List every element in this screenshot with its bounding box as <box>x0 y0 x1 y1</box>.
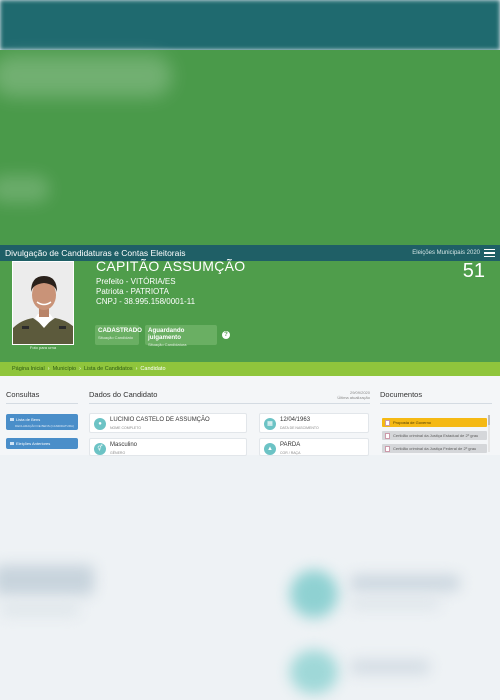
candidate-panel: Foto para urna CAPITÃO ASSUMÇÃO Prefeito… <box>0 258 500 362</box>
document-icon <box>385 419 390 426</box>
gender-icon: ⚥ <box>94 443 106 455</box>
document-icon <box>385 432 390 439</box>
eleicoes-anteriores-button[interactable]: Eleições Anteriores <box>6 438 78 449</box>
field-value: Masculino <box>110 442 138 448</box>
field-label: NOME COMPLETO <box>110 426 142 430</box>
photo-caption: Foto para urna <box>29 345 57 350</box>
breadcrumb-municipio[interactable]: Município <box>53 366 77 372</box>
field-value: LUCINIO CASTELO DE ASSUMÇÃO <box>110 417 210 423</box>
candidate-ballot-name: CAPITÃO ASSUMÇÃO <box>96 258 246 274</box>
blurred-background-text <box>0 175 50 203</box>
field-birth-date: ▦ 12/04/1963 DATA DE NASCIMENTO <box>259 413 369 433</box>
breadcrumb-candidate-list[interactable]: Lista de Candidatos <box>84 366 133 372</box>
candidate-office: Prefeito - VITÓRIA/ES <box>96 277 176 286</box>
help-icon[interactable]: ? <box>222 331 230 339</box>
document-proposta-governo[interactable]: Proposta de Governo <box>382 418 487 427</box>
blurred-background-shape <box>290 570 338 618</box>
blurred-background-shape <box>0 605 80 615</box>
candidate-party: Patriota - PATRIOTA <box>96 287 169 296</box>
status-badge-candidacy: Aguardando julgamento Situação Candidatu… <box>145 325 217 347</box>
status-value: Aguardando julgamento <box>148 327 185 341</box>
document-label: Certidão criminal da Justiça Federal de … <box>393 446 477 451</box>
field-gender: ⚥ Masculino GÊNERO <box>89 438 247 456</box>
update-label: Última atualização <box>337 395 370 400</box>
candidate-number: 51 <box>462 260 485 282</box>
field-label: DATA DE NASCIMENTO <box>280 426 319 430</box>
breadcrumb-separator: › <box>47 366 50 372</box>
consultas-title: Consultas <box>6 390 40 399</box>
candidate-photo <box>12 261 74 345</box>
lista-de-bens-button[interactable]: Lista de Bens DECLARAÇÃO DE BENS (CANDID… <box>6 414 78 430</box>
calendar-icon: ▦ <box>264 418 276 430</box>
scrollbar-thumb[interactable] <box>488 415 490 425</box>
divider <box>89 403 370 404</box>
documents-scrollbar[interactable] <box>488 415 490 452</box>
person-icon: ● <box>94 418 106 430</box>
button-label: Lista de Bens <box>16 416 41 422</box>
status-badge-candidate: CADASTRADO Situação Candidato <box>95 325 142 345</box>
field-full-name: ● LUCINIO CASTELO DE ASSUMÇÃO NOME COMPL… <box>89 413 247 433</box>
race-icon: ▲ <box>264 443 276 455</box>
divider <box>6 403 78 404</box>
candidate-cnpj: CNPJ - 38.995.158/0001-11 <box>96 297 196 306</box>
blurred-background-header <box>0 0 500 50</box>
app-title: Divulgação de Candidaturas e Contas Elei… <box>5 248 186 258</box>
field-label: GÊNERO <box>110 451 126 455</box>
header-right: Eleições Municipais 2020 <box>412 249 495 257</box>
document-label: Proposta de Governo <box>393 420 432 425</box>
status-value: CADASTRADO <box>98 327 142 334</box>
document-icon <box>385 445 390 452</box>
blurred-background-shape <box>290 650 338 694</box>
history-icon <box>10 442 14 445</box>
button-sublabel: DECLARAÇÃO DE BENS (CANDIDATURA) <box>15 423 74 428</box>
blurred-background-shape <box>350 575 460 591</box>
blurred-background-text <box>0 55 172 97</box>
candidate-portrait-icon <box>13 262 73 344</box>
election-label[interactable]: Eleições Municipais 2020 <box>412 250 480 256</box>
status-label: Situação Candidato <box>98 335 133 340</box>
document-label: Certidão criminal da Justiça Estadual de… <box>393 433 479 438</box>
hamburger-menu-icon[interactable] <box>484 249 495 257</box>
breadcrumb: Página Inicial › Município › Lista de Ca… <box>0 362 500 376</box>
blurred-background-shape <box>350 600 440 608</box>
app-header: Divulgação de Candidaturas e Contas Elei… <box>0 245 500 261</box>
blurred-background-shape <box>0 565 94 595</box>
breadcrumb-separator: › <box>79 366 81 372</box>
document-certidao-federal[interactable]: Certidão criminal da Justiça Federal de … <box>382 444 487 453</box>
documentos-title: Documentos <box>380 390 423 399</box>
button-label: Eleições Anteriores <box>16 441 51 446</box>
breadcrumb-separator: › <box>135 366 138 372</box>
document-certidao-estadual[interactable]: Certidão criminal da Justiça Estadual de… <box>382 431 487 440</box>
field-race: ▲ PARDA COR / RAÇA <box>259 438 369 456</box>
field-value: 12/04/1963 <box>280 417 311 423</box>
divider <box>380 403 492 404</box>
breadcrumb-home[interactable]: Página Inicial <box>12 366 45 372</box>
field-label: COR / RAÇA <box>280 451 301 455</box>
breadcrumb-current: Candidato <box>140 366 166 372</box>
field-value: PARDA <box>280 442 301 448</box>
list-icon <box>10 417 14 421</box>
dados-title: Dados do Candidato <box>89 390 158 399</box>
blurred-background-shape <box>350 660 430 674</box>
status-label: Situação Candidatura <box>148 342 187 347</box>
